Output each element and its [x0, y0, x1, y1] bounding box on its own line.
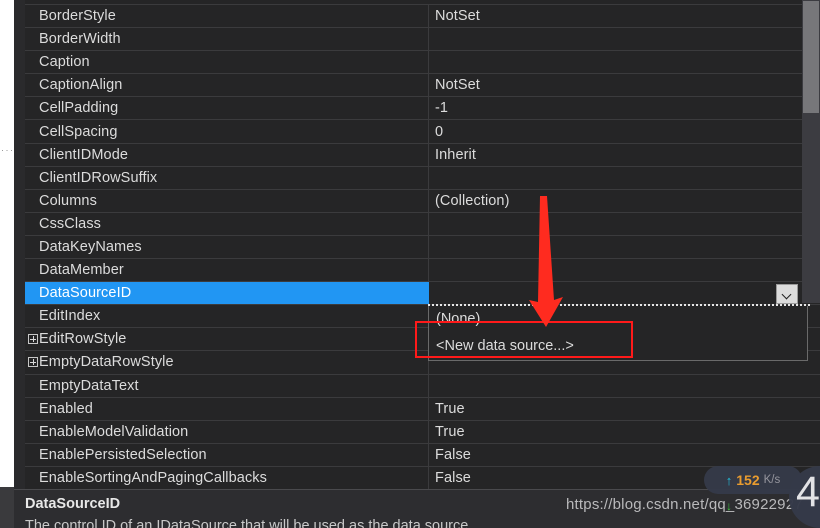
network-speed-unit: K/s	[763, 474, 781, 486]
properties-window: ··· BorderStyle NotSet BorderWidth Caption C…	[0, 0, 820, 528]
left-gutter-strip	[14, 0, 25, 528]
dropdown-option[interactable]: <New data source...>	[429, 333, 807, 360]
left-white-margin	[0, 0, 14, 528]
table-row[interactable]: DataKeyNames	[25, 235, 820, 260]
gutter-ellipsis-marker: ···	[1, 145, 15, 155]
table-row[interactable]: EmptyDataText	[25, 374, 820, 398]
property-name-label: DataSourceID	[39, 285, 132, 302]
property-name-label: EnablePersistedSelection	[39, 446, 207, 463]
property-name-label: CellPadding	[39, 100, 119, 117]
property-value-label: (Collection)	[435, 192, 510, 209]
property-value-label: NotSet	[435, 8, 480, 25]
property-name-label: EmptyDataText	[39, 377, 139, 394]
property-name-label: Enabled	[39, 400, 93, 417]
property-name-label: CellSpacing	[39, 123, 118, 140]
upload-arrow-icon: ↑	[725, 472, 733, 488]
table-row[interactable]: EnableModelValidation True	[25, 420, 820, 444]
table-row[interactable]: Columns (Collection)	[25, 189, 820, 213]
table-row[interactable]: DataSourceID	[25, 282, 820, 306]
property-value-label: False	[435, 469, 471, 486]
property-name-label: CssClass	[39, 215, 102, 232]
table-row[interactable]: Enabled True	[25, 397, 820, 421]
description-body: The control ID of an IDataSource that wi…	[25, 518, 473, 528]
table-row[interactable]: EnablePersistedSelection False	[25, 443, 820, 467]
table-row[interactable]: CssClass	[25, 212, 820, 236]
table-row[interactable]: Caption	[25, 51, 820, 75]
property-name-label: BorderStyle	[39, 8, 116, 25]
property-name-label: ClientIDMode	[39, 146, 129, 163]
property-value-label: False	[435, 446, 471, 463]
property-value-label: -1	[435, 100, 449, 117]
property-name-label: DataMember	[39, 262, 124, 279]
chevron-glyph	[783, 290, 792, 299]
left-lower-gutter	[0, 487, 14, 528]
property-name-label: Caption	[39, 54, 90, 71]
vertical-scrollbar[interactable]	[802, 0, 820, 303]
property-name-label: EnableModelValidation	[39, 423, 189, 440]
table-row[interactable]: CellPadding -1	[25, 97, 820, 121]
property-value-label: Inherit	[435, 146, 476, 163]
property-name-label: ClientIDRowSuffix	[39, 169, 158, 186]
property-value-label: 0	[435, 123, 444, 140]
property-name-label: EmptyDataRowStyle	[39, 354, 174, 371]
table-row[interactable]: ClientIDRowSuffix	[25, 166, 820, 190]
vertical-scrollbar-thumb[interactable]	[803, 1, 819, 113]
properties-grid[interactable]: BorderStyle NotSet BorderWidth Caption Capti…	[25, 0, 820, 489]
property-value-label: NotSet	[435, 77, 480, 94]
property-name-label: EditRowStyle	[39, 331, 127, 348]
property-value-label: True	[435, 400, 465, 417]
property-name-label: BorderWidth	[39, 31, 121, 48]
property-name-label: Columns	[39, 192, 97, 209]
dropdown-option[interactable]: (None)	[429, 306, 807, 333]
table-row[interactable]: ClientIDMode Inherit	[25, 143, 820, 167]
network-speed-widget[interactable]: ↑ 152 K/s	[704, 466, 802, 494]
table-row[interactable]: BorderWidth	[25, 28, 820, 52]
table-row[interactable]: CellSpacing 0	[25, 120, 820, 144]
datasource-dropdown-list[interactable]: (None) <New data source...>	[428, 306, 808, 361]
table-row[interactable]: EnableSortingAndPagingCallbacks False	[25, 466, 820, 489]
property-name-label: EnableSortingAndPagingCallbacks	[39, 469, 267, 486]
network-speed-value: 152	[736, 472, 760, 488]
property-value-label: True	[435, 423, 465, 440]
property-name-label: CaptionAlign	[39, 77, 123, 94]
property-name-label: EditIndex	[39, 308, 101, 325]
download-arrow-icon: ↓	[726, 499, 732, 513]
table-row[interactable]: CaptionAlign NotSet	[25, 74, 820, 98]
dropdown-focus-dotted-border	[428, 304, 810, 306]
watermark-url: https://blog.csdn.net/qq_36922927	[566, 496, 803, 513]
table-row[interactable]: DataMember	[25, 259, 820, 283]
property-name-label: DataKeyNames	[39, 238, 142, 255]
description-title: DataSourceID	[25, 496, 121, 512]
chevron-down-icon[interactable]	[776, 284, 798, 305]
table-row[interactable]: BorderStyle NotSet	[25, 5, 820, 29]
